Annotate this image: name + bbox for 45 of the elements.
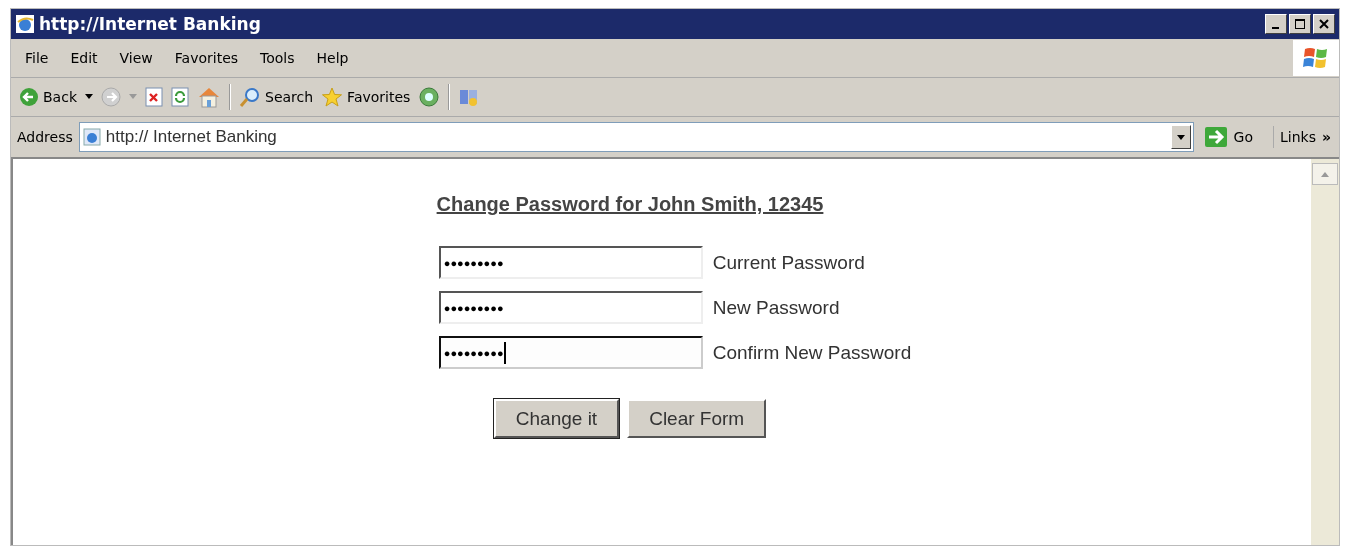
search-button[interactable]: Search bbox=[239, 87, 314, 107]
stop-icon[interactable] bbox=[145, 87, 163, 107]
back-button[interactable]: Back bbox=[19, 87, 77, 107]
chevron-button[interactable]: » bbox=[1321, 129, 1339, 145]
field-label: Confirm New Password bbox=[712, 341, 912, 364]
minimize-icon bbox=[1271, 26, 1279, 29]
go-button[interactable]: Go bbox=[1199, 126, 1274, 148]
password-field[interactable]: ●●●●●●●●● bbox=[438, 246, 703, 279]
close-icon bbox=[1319, 19, 1329, 29]
field-label: New Password bbox=[712, 296, 840, 319]
field-label: Current Password bbox=[712, 251, 865, 274]
menu-item[interactable]: View bbox=[119, 50, 153, 66]
address-field[interactable]: http:// Internet Banking bbox=[78, 122, 1194, 152]
home-icon[interactable] bbox=[197, 86, 221, 108]
scrollbar[interactable] bbox=[1311, 159, 1339, 545]
up-arrow-icon bbox=[1321, 171, 1329, 177]
menu-item[interactable]: File bbox=[25, 50, 49, 66]
scroll-up-button[interactable] bbox=[1312, 163, 1338, 185]
clear-button[interactable]: Clear Form bbox=[627, 399, 767, 438]
menu-item[interactable]: Edit bbox=[70, 50, 98, 66]
search-icon bbox=[239, 87, 261, 107]
forward-icon[interactable] bbox=[101, 87, 121, 107]
favorites-button[interactable]: Favorites bbox=[321, 87, 411, 107]
dropdown-button[interactable] bbox=[1170, 125, 1191, 149]
menu-item[interactable]: Help bbox=[316, 50, 349, 66]
caret-icon bbox=[1176, 134, 1185, 140]
menu-item[interactable]: Favorites bbox=[174, 50, 239, 66]
password-field[interactable]: ●●●●●●●●● bbox=[438, 336, 703, 369]
maximize-button[interactable] bbox=[1289, 14, 1311, 34]
maximize-icon bbox=[1295, 19, 1305, 29]
address-label: Address bbox=[17, 129, 73, 145]
window-title: http://Internet Banking bbox=[39, 14, 262, 34]
links-button[interactable]: Links bbox=[1280, 129, 1316, 145]
refresh-icon[interactable] bbox=[171, 87, 189, 107]
browser-icon bbox=[15, 14, 35, 34]
media-icon[interactable] bbox=[418, 86, 441, 108]
page-icon bbox=[81, 127, 102, 147]
page-heading: Change Password for John Smith, 12345 bbox=[436, 193, 824, 216]
close-button[interactable] bbox=[1313, 14, 1335, 34]
submit-button[interactable]: Change it bbox=[493, 399, 620, 438]
caret-icon[interactable] bbox=[85, 94, 93, 100]
minimize-button[interactable] bbox=[1265, 14, 1287, 34]
password-field[interactable]: ●●●●●●●●● bbox=[438, 291, 703, 324]
star-icon bbox=[321, 87, 344, 107]
menu-item[interactable]: Tools bbox=[260, 50, 295, 66]
